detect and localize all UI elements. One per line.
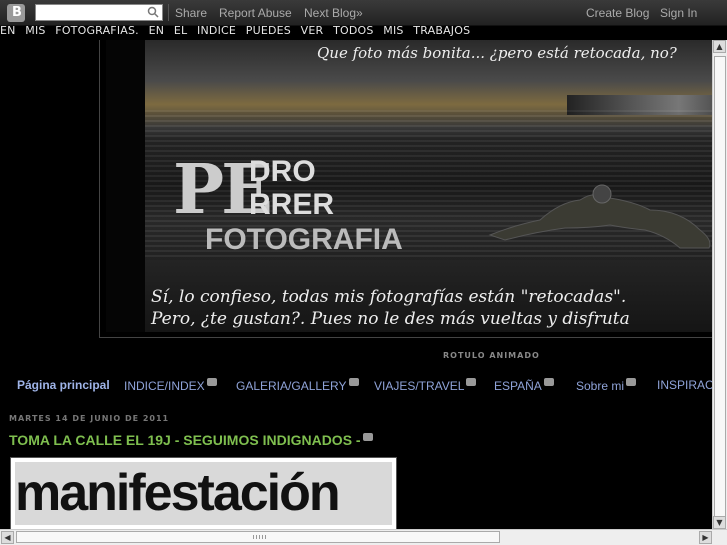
blog-subtitle: ROTULO ANIMADO	[443, 351, 540, 360]
search-icon[interactable]	[147, 6, 159, 18]
blogger-logo-icon[interactable]: B	[7, 4, 25, 22]
logo-line-3: FOTOGRAFIA	[205, 223, 403, 256]
tab-label: ESPAÑA	[494, 379, 542, 393]
tab-label: VIAJES/TRAVEL	[374, 379, 465, 393]
horizontal-scrollbar[interactable]: ◀ ▶	[0, 529, 727, 545]
scroll-right-arrow-icon[interactable]: ▶	[699, 531, 712, 544]
logo-line-2: RRER	[249, 188, 335, 221]
scroll-grip-icon	[253, 535, 267, 539]
edit-icon[interactable]	[626, 378, 637, 386]
tab-inspiration[interactable]: INSPIRACI	[657, 378, 717, 392]
horizontal-scroll-thumb[interactable]	[16, 531, 500, 543]
create-blog-link[interactable]: Create Blog	[586, 6, 649, 20]
edit-icon[interactable]	[543, 378, 554, 386]
tab-travel[interactable]: VIAJES/TRAVEL	[374, 378, 477, 393]
tab-label: Página principal	[17, 378, 110, 392]
banner-caption-line-1: Sí, lo confieso, todas mis fotografías e…	[151, 287, 627, 307]
scroll-left-arrow-icon[interactable]: ◀	[1, 531, 14, 544]
post-title[interactable]: TOMA LA CALLE EL 19J - SEGUIMOS INDIGNAD…	[9, 432, 373, 448]
tab-about[interactable]: Sobre mi	[576, 378, 637, 393]
edit-icon[interactable]	[348, 378, 359, 386]
blogger-navbar: B Share Report Abuse Next Blog» Create B…	[0, 0, 727, 26]
edit-icon[interactable]	[466, 378, 477, 386]
post-title-text: TOMA LA CALLE EL 19J - SEGUIMOS INDIGNAD…	[9, 432, 361, 448]
post-image[interactable]: manifestación	[10, 457, 397, 530]
banner-bottom-caption: Sí, lo confieso, todas mis fotografías e…	[151, 286, 630, 330]
tab-gallery[interactable]: GALERIA/GALLERY	[236, 378, 359, 393]
banner-caption-line-2: Pero, ¿te gustan?. Pues no le des más vu…	[151, 309, 630, 329]
tab-label: INDICE/INDEX	[124, 379, 205, 393]
search-input[interactable]	[35, 4, 163, 21]
logo-line-1: DRO	[249, 155, 316, 188]
vertical-scrollbar[interactable]: ▲ ▼	[712, 40, 727, 529]
navbar-divider	[168, 4, 169, 21]
crawling-statue-figure	[488, 184, 711, 249]
tab-label: Sobre mi	[576, 379, 625, 393]
marquee-text: EN MIS FOTOGRAFIAS. EN EL INDICE PUEDES …	[0, 24, 471, 37]
tab-label: INSPIRACI	[657, 378, 718, 392]
report-abuse-link[interactable]: Report Abuse	[219, 6, 292, 20]
tab-spain[interactable]: ESPAÑA	[494, 378, 554, 393]
tab-index[interactable]: INDICE/INDEX	[124, 378, 217, 393]
edit-icon[interactable]	[362, 433, 373, 441]
tab-label: GALERIA/GALLERY	[236, 379, 347, 393]
scroll-up-arrow-icon[interactable]: ▲	[713, 40, 726, 53]
banner-top-caption: Que foto más bonita... ¿pero está retoca…	[317, 44, 677, 62]
post-image-text: manifestación	[15, 462, 392, 525]
vertical-scroll-thumb[interactable]	[714, 56, 726, 520]
tab-home[interactable]: Página principal	[17, 378, 110, 392]
sign-in-link[interactable]: Sign In	[660, 6, 697, 20]
next-blog-link[interactable]: Next Blog»	[304, 6, 363, 20]
scroll-down-arrow-icon[interactable]: ▼	[713, 516, 726, 529]
header-banner-image[interactable]: Que foto más bonita... ¿pero está retoca…	[145, 40, 727, 332]
post-date: MARTES 14 DE JUNIO DE 2011	[9, 414, 170, 423]
share-link[interactable]: Share	[175, 6, 207, 20]
edit-icon[interactable]	[206, 378, 217, 386]
